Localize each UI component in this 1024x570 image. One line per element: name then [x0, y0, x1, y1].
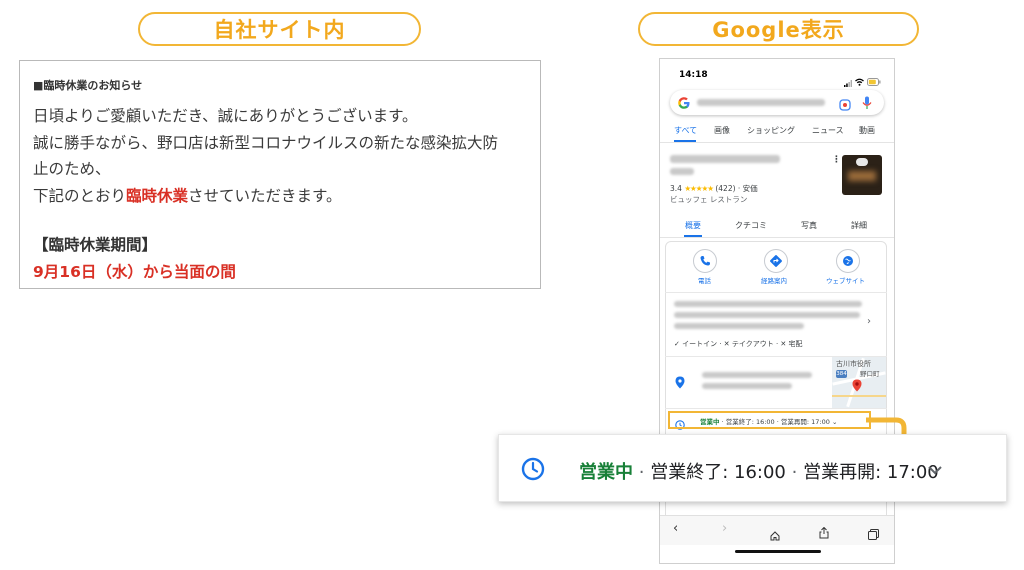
notice-heading: ■臨時休業のお知らせ — [33, 79, 143, 92]
rating-value: 3.4 — [670, 184, 682, 193]
own-site-label: 自社サイト内 — [138, 12, 421, 46]
google-g-icon — [677, 95, 691, 109]
review-count[interactable]: (422) — [715, 184, 735, 193]
tab-images[interactable]: 画像 — [714, 125, 730, 136]
battery-icon — [867, 71, 881, 86]
wifi-icon — [855, 71, 864, 86]
location-pin-icon — [675, 374, 685, 389]
website-label: ウェブサイト — [826, 277, 865, 285]
separator-dot: · — [638, 462, 645, 483]
description-blurred-1 — [674, 301, 862, 307]
photo-light — [848, 171, 876, 181]
tab-videos[interactable]: 動画 — [859, 125, 875, 136]
tab-overview[interactable]: 概要 — [685, 220, 701, 231]
more-options-icon[interactable]: ⋮ — [832, 155, 841, 165]
service-options: ✓ イートイン · ✕ テイクアウト · ✕ 宅配 — [674, 340, 803, 348]
place-tabs: 概要 クチコミ 写真 詳細 — [660, 211, 894, 238]
notice-line-3-post: させていただきます。 — [188, 186, 342, 205]
hours-close-time: 営業終了: 16:00 — [650, 462, 786, 483]
back-icon[interactable]: ‹ — [673, 521, 678, 536]
status-time: 14:18 — [679, 70, 708, 80]
clock-icon — [521, 457, 545, 481]
photo-logo — [856, 158, 868, 166]
notice-closure-word: 臨時休業 — [126, 186, 189, 205]
google-label: Google表示 — [638, 12, 919, 46]
service-takeout: ✕ テイクアウト — [723, 340, 774, 348]
notice-line-3-pre: 下記のとおり — [33, 186, 127, 205]
address-blurred-1 — [702, 372, 812, 378]
map-marker-icon — [852, 377, 862, 392]
tab-shopping[interactable]: ショッピング — [747, 125, 795, 136]
map-label-town: 野口町 — [860, 370, 880, 378]
period-title: 【臨時休業期間】 — [33, 236, 158, 254]
mic-icon[interactable] — [862, 95, 872, 109]
description-blurred-2 — [674, 312, 860, 318]
notice-line-2b: 止のため、 — [33, 160, 111, 178]
business-name-blurred-2 — [670, 168, 694, 175]
price-level: · 安価 — [737, 184, 758, 193]
hours-zoom-text[interactable]: 営業中 · 営業終了: 16:00 · 営業再開: 17:00 — [579, 458, 939, 484]
divider-1 — [665, 292, 887, 293]
directions-button[interactable] — [764, 249, 788, 273]
divider-3 — [665, 408, 887, 409]
tab-details[interactable]: 詳細 — [851, 220, 867, 231]
lens-icon[interactable] — [839, 96, 851, 111]
home-icon[interactable] — [770, 526, 780, 541]
separator-dot-2: · — [791, 462, 798, 483]
search-query-blurred — [697, 99, 825, 106]
notice-body: 日頃よりご愛顧いただき、誠にありがとうございます。 誠に勝手ながら、野口店は新型… — [33, 103, 538, 209]
notice-line-3: 下記のとおり臨時休業させていただきます。 — [33, 183, 538, 210]
chevron-down-icon[interactable] — [927, 461, 943, 475]
call-button[interactable] — [693, 249, 717, 273]
map-route-badge: 384 — [836, 370, 847, 378]
tab-all-underline — [674, 140, 696, 142]
service-delivery: ✕ 宅配 — [780, 340, 803, 348]
notice-line-1: 日頃よりご愛顧いただき、誠にありがとうございます。 — [33, 107, 418, 125]
description-blurred-3 — [674, 323, 804, 329]
search-bar[interactable] — [670, 90, 884, 115]
map-road-3 — [832, 395, 886, 397]
tab-photos[interactable]: 写真 — [801, 220, 817, 231]
browser-toolbar: ‹ › — [660, 515, 894, 545]
notice-line-2a: 誠に勝手ながら、野口店は新型コロナウイルスの新たな感染拡大防 — [33, 133, 499, 152]
directions-label: 経路案内 — [761, 277, 787, 285]
business-category: ビュッフェ レストラン — [670, 195, 748, 204]
service-dine-in: ✓ イートイン — [674, 340, 718, 348]
rating-row: 3.4 ★★★★★ (422) · 安価 — [670, 183, 758, 194]
map-thumbnail[interactable]: 古川市役所 野口町 384 — [832, 357, 886, 408]
tab-news[interactable]: ニュース — [812, 125, 844, 136]
rating-stars: ★★★★★ — [684, 184, 714, 193]
hours-reopen-time: 営業再開: 17:00 — [803, 462, 939, 483]
hours-zoom-card: 営業中 · 営業終了: 16:00 · 営業再開: 17:00 — [498, 434, 1007, 502]
website-button[interactable] — [836, 249, 860, 273]
home-indicator — [735, 550, 821, 553]
notice-box: ■臨時休業のお知らせ 日頃よりご愛顧いただき、誠にありがとうございます。 誠に勝… — [19, 60, 541, 289]
chevron-right-icon[interactable]: › — [867, 316, 871, 327]
address-blurred-2 — [702, 383, 792, 389]
tab-reviews[interactable]: クチコミ — [735, 220, 767, 231]
call-label: 電話 — [698, 277, 711, 285]
tabs-icon[interactable] — [868, 525, 879, 540]
forward-icon[interactable]: › — [722, 521, 727, 536]
business-photo[interactable] — [842, 155, 882, 195]
business-name-blurred — [670, 155, 780, 163]
signal-icon — [844, 72, 852, 87]
search-tabs: すべて 画像 ショッピング ニュース 動画 — [660, 121, 894, 143]
tab-all[interactable]: すべて — [674, 125, 697, 136]
share-icon[interactable] — [819, 524, 829, 539]
hours-highlight-box — [668, 411, 871, 429]
period-value: 9月16日（水）から当面の間 — [33, 263, 236, 281]
tab-overview-underline — [684, 235, 702, 237]
hours-open-status: 営業中 — [579, 462, 633, 483]
